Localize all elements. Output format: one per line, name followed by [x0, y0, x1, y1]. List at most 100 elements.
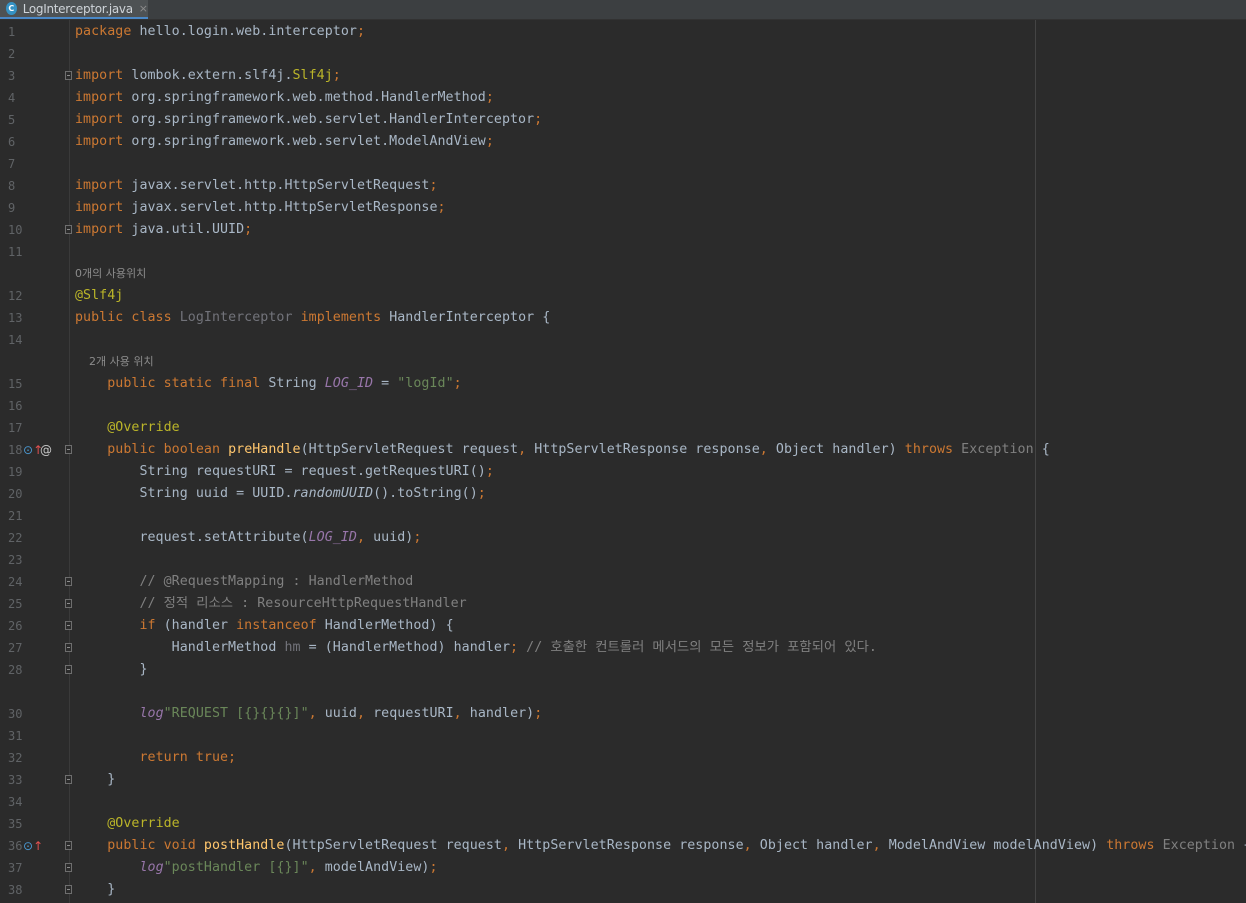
line-number: 38 — [8, 883, 23, 897]
code-text[interactable]: import javax.servlet.http.HttpServletRes… — [75, 197, 446, 219]
code-line[interactable]: 18 ⊙↑ @ public boolean preHandle(HttpServl… — [0, 439, 1246, 461]
usage-hint[interactable]: 0개의 사용위치 — [0, 263, 1246, 285]
code-text[interactable]: import org.springframework.web.servlet.H… — [75, 109, 542, 131]
code-line[interactable]: 28 } — [0, 659, 1246, 681]
code-line[interactable]: 16 — [0, 395, 1246, 417]
line-number: 34 — [8, 795, 23, 809]
fold-marker-icon[interactable] — [65, 841, 72, 850]
code-line[interactable]: 26 if (handler instanceof HandlerMethod)… — [0, 615, 1246, 637]
code-line[interactable]: 3 import lombok.extern.slf4j.Slf4j; — [0, 65, 1246, 87]
code-line[interactable]: 5 import org.springframework.web.servlet.… — [0, 109, 1246, 131]
code-line[interactable]: 14 — [0, 329, 1246, 351]
code-line[interactable]: 11 — [0, 241, 1246, 263]
code-line[interactable]: 7 — [0, 153, 1246, 175]
code-text[interactable]: String requestURI = request.getRequestUR… — [75, 461, 494, 483]
fold-marker-icon[interactable] — [65, 621, 72, 630]
code-text[interactable]: } — [75, 659, 148, 681]
code-text[interactable]: public boolean preHandle(HttpServletRequ… — [75, 439, 1050, 461]
code-text[interactable]: package hello.login.web.interceptor; — [75, 21, 365, 43]
code-text[interactable]: @Slf4j — [75, 285, 123, 307]
line-number: 32 — [8, 751, 23, 765]
code-text[interactable]: @Override — [75, 417, 180, 439]
code-line[interactable]: 34 — [0, 791, 1246, 813]
code-line[interactable]: 4 import org.springframework.web.method.H… — [0, 87, 1246, 109]
tab-loginterceptor[interactable]: C LogInterceptor.java × — [0, 0, 148, 19]
code-line[interactable]: 12 @Slf4j — [0, 285, 1246, 307]
code-line[interactable]: 10 import java.util.UUID; — [0, 219, 1246, 241]
code-line[interactable]: 30 log"REQUEST [{}{}{}]", uuid, requestU… — [0, 703, 1246, 725]
code-line[interactable]: 21 — [0, 505, 1246, 527]
fold-marker-icon[interactable] — [65, 665, 72, 674]
code-line[interactable]: 24 // @RequestMapping : HandlerMethod — [0, 571, 1246, 593]
fold-marker-icon[interactable] — [65, 577, 72, 586]
code-text[interactable]: import lombok.extern.slf4j.Slf4j; — [75, 65, 341, 87]
usage-hint-text[interactable]: 0개의 사용위치 — [75, 263, 146, 285]
code-line[interactable]: 35 @Override — [0, 813, 1246, 835]
code-line[interactable] — [0, 681, 1246, 703]
code-line[interactable]: 22 request.setAttribute(LOG_ID, uuid); — [0, 527, 1246, 549]
line-number: 23 — [8, 553, 23, 567]
fold-marker-icon[interactable] — [65, 599, 72, 608]
line-number: 14 — [8, 333, 23, 347]
line-number: 26 — [8, 619, 23, 633]
line-number: 3 — [8, 69, 16, 83]
code-line[interactable]: 25 // 정적 리소스 : ResourceHttpRequestHandle… — [0, 593, 1246, 615]
usage-hint[interactable]: 2개 사용 위치 — [0, 351, 1246, 373]
fold-marker-icon[interactable] — [65, 71, 72, 80]
line-number: 15 — [8, 377, 23, 391]
code-text[interactable]: public class LogInterceptor implements H… — [75, 307, 550, 329]
code-line[interactable]: 33 } — [0, 769, 1246, 791]
line-number: 6 — [8, 135, 16, 149]
override-method-icon[interactable]: ⊙↑ — [23, 835, 43, 857]
code-line[interactable]: 8 import javax.servlet.http.HttpServletRe… — [0, 175, 1246, 197]
code-line[interactable]: 20 String uuid = UUID.randomUUID().toStr… — [0, 483, 1246, 505]
annotation-at-icon[interactable]: @ — [40, 439, 52, 461]
code-line[interactable]: 19 String requestURI = request.getReques… — [0, 461, 1246, 483]
code-line[interactable]: 9 import javax.servlet.http.HttpServletRe… — [0, 197, 1246, 219]
code-text[interactable]: log"postHandler [{}]", modelAndView); — [75, 857, 438, 879]
code-line[interactable]: 27 HandlerMethod hm = (HandlerMethod) ha… — [0, 637, 1246, 659]
fold-marker-icon[interactable] — [65, 775, 72, 784]
fold-marker-icon[interactable] — [65, 225, 72, 234]
line-number: 12 — [8, 289, 23, 303]
code-text[interactable]: import org.springframework.web.method.Ha… — [75, 87, 494, 109]
fold-marker-icon[interactable] — [65, 445, 72, 454]
fold-marker-icon[interactable] — [65, 885, 72, 894]
code-line[interactable]: 6 import org.springframework.web.servlet.… — [0, 131, 1246, 153]
code-line[interactable]: 38 } — [0, 879, 1246, 901]
code-text[interactable]: log"REQUEST [{}{}{}]", uuid, requestURI,… — [75, 703, 542, 725]
code-text[interactable]: } — [75, 879, 115, 901]
code-text[interactable]: public void postHandle(HttpServletReques… — [75, 835, 1246, 857]
close-icon[interactable]: × — [139, 2, 148, 15]
code-line[interactable]: 23 — [0, 549, 1246, 571]
code-line[interactable]: 13 public class LogInterceptor implements… — [0, 307, 1246, 329]
line-number: 7 — [8, 157, 16, 171]
code-text[interactable]: import org.springframework.web.servlet.M… — [75, 131, 494, 153]
code-text[interactable]: String uuid = UUID.randomUUID().toString… — [75, 483, 486, 505]
code-line[interactable]: 1 package hello.login.web.interceptor; — [0, 21, 1246, 43]
usage-hint-text[interactable]: 2개 사용 위치 — [75, 351, 154, 373]
code-editor[interactable]: 1 package hello.login.web.interceptor; 2 3 i… — [0, 20, 1246, 903]
fold-marker-icon[interactable] — [65, 643, 72, 652]
code-line[interactable]: 2 — [0, 43, 1246, 65]
code-text[interactable]: import javax.servlet.http.HttpServletReq… — [75, 175, 438, 197]
code-text[interactable]: if (handler instanceof HandlerMethod) { — [75, 615, 454, 637]
code-text[interactable]: HandlerMethod hm = (HandlerMethod) handl… — [75, 637, 877, 659]
fold-marker-icon[interactable] — [65, 863, 72, 872]
code-text[interactable]: // 정적 리소스 : ResourceHttpRequestHandler — [75, 593, 467, 615]
code-line[interactable]: 31 — [0, 725, 1246, 747]
code-text[interactable]: request.setAttribute(LOG_ID, uuid); — [75, 527, 421, 549]
line-number: 36 — [8, 839, 23, 853]
code-line[interactable]: 36 ⊙↑ public void postHandle(HttpServletR… — [0, 835, 1246, 857]
code-text[interactable]: return true; — [75, 747, 236, 769]
line-number: 2 — [8, 47, 16, 61]
code-line[interactable]: 15 public static final String LOG_ID = "… — [0, 373, 1246, 395]
code-line[interactable]: 32 return true; — [0, 747, 1246, 769]
code-text[interactable]: public static final String LOG_ID = "log… — [75, 373, 462, 395]
code-text[interactable]: } — [75, 769, 115, 791]
code-line[interactable]: 17 @Override — [0, 417, 1246, 439]
code-line[interactable]: 37 log"postHandler [{}]", modelAndView); — [0, 857, 1246, 879]
code-text[interactable]: import java.util.UUID; — [75, 219, 252, 241]
code-text[interactable]: @Override — [75, 813, 180, 835]
code-text[interactable]: // @RequestMapping : HandlerMethod — [75, 571, 413, 593]
